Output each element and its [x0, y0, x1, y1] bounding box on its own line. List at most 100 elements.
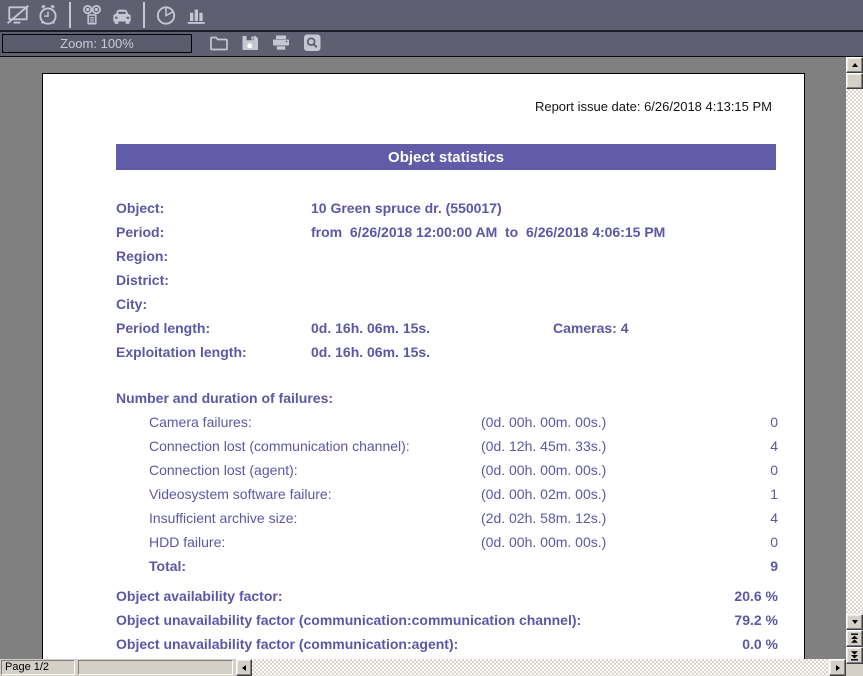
failure-count: 4	[770, 506, 778, 530]
report-toolbar: Zoom: 100%	[0, 32, 863, 54]
scroll-down-button[interactable]	[846, 614, 863, 630]
report-page: Report issue date: 6/26/2018 4:13:15 PM …	[42, 73, 805, 659]
factor-row: Object availability factor: 20.6 %	[116, 584, 778, 608]
vertical-scrollbar-thumb[interactable]	[846, 73, 863, 89]
right-arrow-icon	[836, 665, 840, 671]
failures-total-row: Total: 9	[149, 554, 778, 578]
search-icon[interactable]	[298, 33, 326, 53]
failure-count: 4	[770, 434, 778, 458]
bar-chart-icon[interactable]	[181, 1, 211, 29]
failures-section-header: Number and duration of failures:	[116, 386, 333, 410]
field-row-district: District:	[116, 268, 778, 292]
failure-duration: (0d. 00h. 00m. 00s.)	[481, 530, 606, 554]
cameras-count: Cameras: 4	[553, 316, 629, 340]
field-label: Object:	[116, 196, 311, 220]
failure-count: 0	[770, 530, 778, 554]
report-preview-area: Report issue date: 6/26/2018 4:13:15 PM …	[0, 57, 846, 659]
pie-chart-icon[interactable]	[151, 1, 181, 29]
field-label: District:	[116, 268, 311, 292]
failure-label: Connection lost (communication channel):	[149, 438, 410, 454]
open-folder-icon[interactable]	[205, 33, 233, 53]
failure-label: Videosystem software failure:	[149, 486, 332, 502]
scroll-left-button[interactable]	[236, 659, 252, 676]
scroll-up-button[interactable]	[846, 57, 863, 73]
factor-row: Object unavailability factor (communicat…	[116, 608, 778, 632]
field-label: City:	[116, 292, 311, 316]
failure-label: Connection lost (agent):	[149, 462, 298, 478]
failure-duration: (0d. 12h. 45m. 33s.)	[481, 434, 606, 458]
page-indicator: Page 1/2	[1, 660, 75, 675]
left-arrow-icon	[242, 665, 246, 671]
alarm-clock-icon[interactable]	[33, 1, 63, 29]
field-value: from 6/26/2018 12:00:00 AM to 6/26/2018 …	[311, 224, 665, 240]
car-icon[interactable]	[107, 1, 137, 29]
zoom-level-control[interactable]: Zoom: 100%	[2, 34, 192, 53]
failure-duration: (0d. 00h. 00m. 00s.)	[481, 410, 606, 434]
toolbar-separator	[143, 2, 145, 28]
total-label: Total:	[149, 558, 186, 574]
factor-label: Object unavailability factor (communicat…	[116, 612, 581, 628]
table-row: Videosystem software failure: (0d. 00h. …	[149, 482, 778, 506]
factor-row: Object unavailability factor (communicat…	[116, 632, 778, 656]
horizontal-scrollbar-track[interactable]	[252, 659, 829, 676]
toolbar-separator	[69, 2, 71, 28]
report-viewer-window: Zoom: 100%	[0, 0, 863, 676]
field-label: Region:	[116, 244, 311, 268]
failure-label: Camera failures:	[149, 414, 252, 430]
failure-count: 1	[770, 482, 778, 506]
failure-duration: (2d. 02h. 58m. 12s.)	[481, 506, 606, 530]
factor-value: 79.2 %	[734, 608, 778, 632]
failure-count: 0	[770, 410, 778, 434]
report-title: Object statistics	[388, 149, 504, 166]
page-up-icon	[850, 633, 859, 644]
factor-label: Object availability factor:	[116, 588, 283, 604]
next-page-button[interactable]	[846, 647, 863, 664]
failure-label: Insufficient archive size:	[149, 510, 297, 526]
report-title-bar: Object statistics	[116, 144, 776, 170]
table-row: Connection lost (agent): (0d. 00h. 00m. …	[149, 458, 778, 482]
table-row: Insufficient archive size: (2d. 02h. 58m…	[149, 506, 778, 530]
save-floppy-icon[interactable]	[236, 33, 264, 53]
page-down-icon	[850, 650, 859, 661]
status-panel	[78, 660, 233, 675]
factor-label: Object unavailability factor (communicat…	[116, 636, 458, 652]
failure-duration: (0d. 00h. 02m. 00s.)	[481, 482, 606, 506]
field-row-period-length: Period length:0d. 16h. 06m. 15s. Cameras…	[116, 316, 778, 340]
scroll-right-button[interactable]	[829, 659, 846, 676]
printer-icon[interactable]	[267, 33, 295, 53]
factor-value: 0.0 %	[742, 632, 778, 656]
field-value: 0d. 16h. 06m. 15s.	[311, 320, 430, 336]
table-row: Camera failures: (0d. 00h. 00m. 00s.) 0	[149, 410, 778, 434]
report-toolbar-icons	[205, 33, 326, 53]
field-row-region: Region:	[116, 244, 778, 268]
tape-recorder-icon[interactable]	[77, 1, 107, 29]
factor-value: 20.6 %	[734, 584, 778, 608]
availability-factors: Object availability factor: 20.6 % Objec…	[116, 584, 778, 659]
table-row: HDD failure: (0d. 00h. 00m. 00s.) 0	[149, 530, 778, 554]
toolbar-area: Zoom: 100%	[0, 0, 863, 57]
zoom-level-label: Zoom: 100%	[60, 36, 134, 51]
field-value: 0d. 16h. 06m. 15s.	[311, 344, 430, 360]
up-arrow-icon	[852, 63, 858, 67]
vertical-scrollbar[interactable]	[846, 57, 863, 676]
previous-page-button[interactable]	[846, 630, 863, 647]
failure-count: 0	[770, 458, 778, 482]
vertical-scrollbar-track[interactable]	[846, 89, 863, 614]
field-label: Exploitation length:	[116, 340, 311, 364]
field-row-city: City:	[116, 292, 778, 316]
monitor-off-icon[interactable]	[3, 1, 33, 29]
field-row-exploitation-length: Exploitation length:0d. 16h. 06m. 15s.	[116, 340, 778, 364]
horizontal-scrollbar[interactable]	[236, 659, 846, 676]
field-row-period: Period:from 6/26/2018 12:00:00 AM to 6/2…	[116, 220, 778, 244]
report-fields: Object:10 Green spruce dr. (550017) Peri…	[116, 196, 778, 364]
field-row-object: Object:10 Green spruce dr. (550017)	[116, 196, 778, 220]
table-row: Connection lost (communication channel):…	[149, 434, 778, 458]
field-value: 10 Green spruce dr. (550017)	[311, 200, 502, 216]
main-toolbar	[0, 0, 863, 32]
failures-table: Camera failures: (0d. 00h. 00m. 00s.) 0 …	[149, 410, 778, 578]
down-arrow-icon	[852, 620, 858, 624]
report-issue-date: Report issue date: 6/26/2018 4:13:15 PM	[535, 99, 772, 114]
status-bar: Page 1/2	[0, 659, 846, 676]
field-label: Period:	[116, 220, 311, 244]
total-count: 9	[770, 554, 778, 578]
